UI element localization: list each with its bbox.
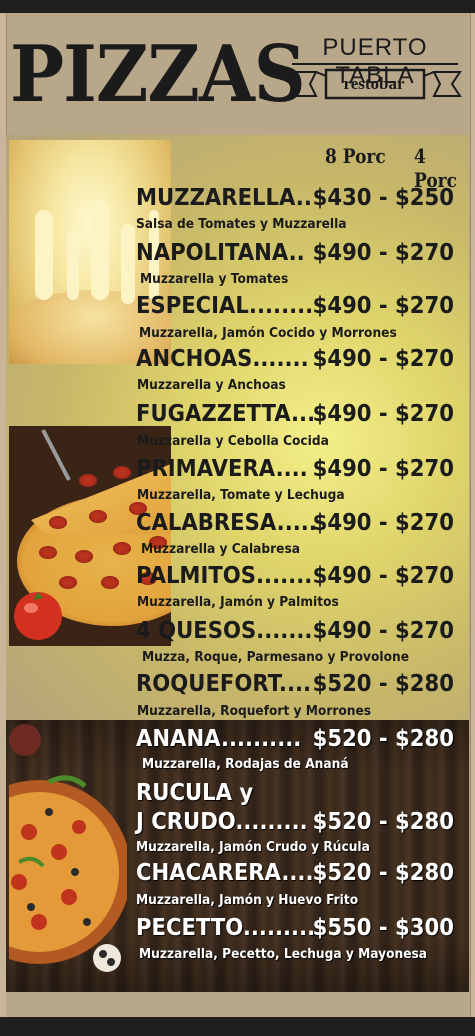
brand-subtitle: restobar [343, 74, 405, 93]
menu-item-description: Muzzarella y Calabresa [141, 542, 300, 557]
menu-item-name: 4 QUESOS....... [136, 618, 313, 644]
menu-item-name-line1: RUCULA y [136, 780, 254, 806]
menu-item-name: ANCHOAS....... [136, 346, 309, 372]
menu-item-name: ROQUEFORT.... [136, 671, 312, 697]
pizza-server-icon [41, 429, 71, 481]
menu-item-price: $430 - $250 [312, 185, 454, 211]
menu-item-description: Muzzarella y Cebolla Cocida [137, 434, 329, 449]
brand-logo: PUERTO TABLA restobar [286, 30, 464, 104]
menu-item-name: ANANA.......... [136, 726, 302, 752]
menu-title: PIZZAS [10, 27, 306, 120]
menu-item-description: Muzzarella, Jamón Cocido y Morrones [139, 326, 397, 341]
menu-item-price: $490 - $270 [312, 401, 454, 427]
tomato-icon [14, 592, 62, 640]
menu-item-price: $490 - $270 [312, 618, 454, 644]
menu-item-price: $520 - $280 [312, 671, 454, 697]
menu-item-price: $490 - $270 [312, 563, 454, 589]
menu-item-price: $490 - $270 [312, 293, 454, 319]
bottom-border [0, 1017, 475, 1036]
menu-item-description: Salsa de Tomates y Muzzarella [136, 217, 347, 232]
menu-item-price: $490 - $270 [312, 456, 454, 482]
size-header-8-porc: 8 Porc [325, 144, 386, 168]
menu-item-description: Muzzarella y Tomates [140, 272, 289, 287]
menu-item-price: $520 - $280 [312, 860, 454, 886]
footer-strip [6, 992, 469, 1017]
menu-item-name: PECETTO......... [136, 915, 316, 941]
menu-item-description: Muzzarella, Rodajas de Ananá [142, 757, 349, 772]
menu-item-price: $490 - $270 [312, 346, 454, 372]
menu-item-name: PRIMAVERA.... [136, 456, 308, 482]
menu-item-name: FUGAZZETTA... [136, 401, 316, 427]
menu-item-description: Muzzarella, Roquefort y Morrones [137, 704, 372, 719]
menu-item-name: PALMITOS....... [136, 563, 313, 589]
menu-item-price: $490 - $270 [312, 240, 454, 266]
menu-item-price: $520 - $280 [312, 726, 454, 752]
menu-item-price: $520 - $280 [312, 809, 454, 835]
menu-item-name: CALABRESA..... [136, 510, 317, 536]
menu-item-name: CHACARERA.... [136, 860, 314, 886]
menu-item-price: $550 - $300 [312, 915, 454, 941]
menu-item-description: Muzzarella, Jamón Crudo y Rúcula [136, 840, 370, 855]
menu-item-name: J CRUDO......... [136, 809, 308, 835]
menu-item-description: Muzzarella, Tomate y Lechuga [137, 488, 345, 503]
menu-item-name: ESPECIAL........ [136, 293, 314, 319]
menu-item-description: Muzzarella y Anchoas [137, 378, 286, 393]
menu-item-description: Muzzarella, Jamón y Huevo Frito [136, 893, 359, 908]
pizza-on-wood-photo [9, 722, 127, 990]
menu-item-description: Muzzarella, Pecetto, Lechuga y Mayonesa [139, 947, 428, 962]
menu-item-description: Muzza, Roque, Parmesano y Provolone [142, 650, 409, 665]
pizza-menu-board: PIZZAS PUERTO TABLA restobar 8 Porc 4 Po… [0, 0, 475, 1036]
menu-item-name: MUZZARELLA.. [136, 185, 312, 211]
menu-item-description: Muzzarella, Jamón y Palmitos [137, 595, 339, 610]
top-border [0, 0, 475, 13]
menu-item-name: NAPOLITANA.. [136, 240, 305, 266]
menu-item-price: $490 - $270 [312, 510, 454, 536]
